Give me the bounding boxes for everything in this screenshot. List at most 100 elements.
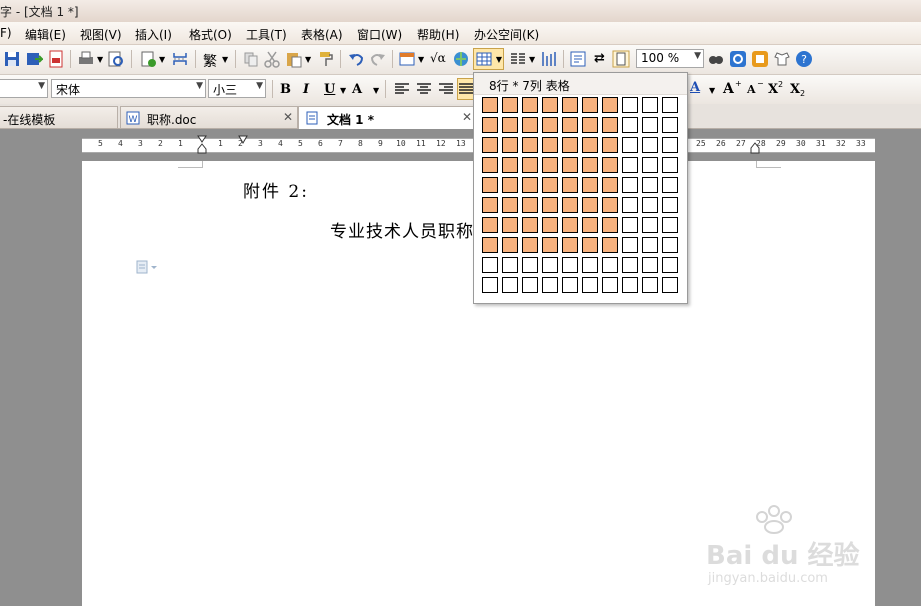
insert-table-button[interactable]: ▼ xyxy=(473,48,504,70)
table-size-cell[interactable] xyxy=(562,197,578,213)
table-size-cell[interactable] xyxy=(562,177,578,193)
character-shading-button[interactable]: A xyxy=(352,82,362,97)
table-size-cell[interactable] xyxy=(622,217,638,233)
format-painter-icon[interactable] xyxy=(317,50,335,68)
menu-table[interactable]: 表格(A) xyxy=(301,26,343,43)
subscript-button[interactable]: X xyxy=(790,82,800,97)
export-pdf-icon[interactable] xyxy=(47,50,65,68)
menu-format[interactable]: 格式(O) xyxy=(189,26,232,43)
save-as-icon[interactable] xyxy=(25,50,43,68)
table-size-cell[interactable] xyxy=(662,157,678,173)
align-center-icon[interactable] xyxy=(415,80,433,98)
grow-font-button[interactable]: A xyxy=(723,81,734,97)
chevron-down-icon[interactable]: ▼ xyxy=(159,55,165,64)
superscript-button[interactable]: X xyxy=(768,82,778,97)
table-size-cell[interactable] xyxy=(542,217,558,233)
table-size-cell[interactable] xyxy=(482,177,498,193)
table-size-cell[interactable] xyxy=(602,197,618,213)
table-size-cell[interactable] xyxy=(542,157,558,173)
table-size-cell[interactable] xyxy=(622,157,638,173)
table-size-cell[interactable] xyxy=(662,277,678,293)
print-preview-icon[interactable] xyxy=(107,50,125,68)
columns-icon[interactable] xyxy=(509,50,527,68)
bold-button[interactable]: B xyxy=(280,82,291,97)
table-size-cell[interactable] xyxy=(502,237,518,253)
tab-online-templates[interactable]: -在线模板 xyxy=(0,106,118,128)
table-size-cell[interactable] xyxy=(502,97,518,113)
new-document-icon[interactable] xyxy=(139,50,157,68)
zoom-select[interactable]: 100 % ▼ xyxy=(636,49,704,68)
indent-marker-icon[interactable] xyxy=(197,135,207,155)
show-hide-marks-icon[interactable]: ⇄ xyxy=(594,51,605,66)
table-size-cell[interactable] xyxy=(662,217,678,233)
tab-zhicheng-doc[interactable]: W 职称.doc ✕ xyxy=(120,106,298,128)
paste-icon[interactable] xyxy=(285,50,303,68)
chevron-down-icon[interactable]: ▼ xyxy=(709,86,715,95)
menu-edit[interactable]: 编辑(E) xyxy=(25,26,66,43)
table-size-cell[interactable] xyxy=(622,277,638,293)
help-icon[interactable]: ? xyxy=(795,50,813,68)
table-size-cell[interactable] xyxy=(502,277,518,293)
table-size-cell[interactable] xyxy=(502,257,518,273)
table-size-cell[interactable] xyxy=(582,237,598,253)
table-size-cell[interactable] xyxy=(522,97,538,113)
table-size-cell[interactable] xyxy=(502,217,518,233)
chevron-down-icon[interactable]: ▼ xyxy=(529,55,535,64)
table-size-cell[interactable] xyxy=(522,217,538,233)
table-size-cell[interactable] xyxy=(602,97,618,113)
table-size-cell[interactable] xyxy=(622,237,638,253)
table-size-cell[interactable] xyxy=(622,137,638,153)
table-size-cell[interactable] xyxy=(662,97,678,113)
table-size-cell[interactable] xyxy=(522,117,538,133)
templates-icon[interactable] xyxy=(751,50,769,68)
table-size-cell[interactable] xyxy=(642,277,658,293)
style-select[interactable]: ▼ xyxy=(0,79,48,98)
formula-icon[interactable]: √α xyxy=(430,51,446,65)
menu-office-space[interactable]: 办公空间(K) xyxy=(474,26,539,43)
table-size-cell[interactable] xyxy=(602,257,618,273)
table-size-cell[interactable] xyxy=(622,97,638,113)
table-size-cell[interactable] xyxy=(642,157,658,173)
table-size-cell[interactable] xyxy=(662,177,678,193)
chevron-down-icon[interactable]: ▼ xyxy=(340,86,346,95)
menu-view[interactable]: 视图(V) xyxy=(80,26,122,43)
menu-tools[interactable]: 工具(T) xyxy=(246,26,287,43)
table-size-cell[interactable] xyxy=(482,237,498,253)
underline-button[interactable]: U xyxy=(324,82,335,97)
table-size-cell[interactable] xyxy=(482,117,498,133)
table-size-cell[interactable] xyxy=(622,177,638,193)
menu-help[interactable]: 帮助(H) xyxy=(417,26,459,43)
table-size-cell[interactable] xyxy=(602,237,618,253)
table-size-cell[interactable] xyxy=(642,217,658,233)
table-size-cell[interactable] xyxy=(642,117,658,133)
justify-button[interactable] xyxy=(457,78,474,100)
table-size-cell[interactable] xyxy=(582,197,598,213)
table-size-cell[interactable] xyxy=(582,157,598,173)
table-size-cell[interactable] xyxy=(662,117,678,133)
table-size-cell[interactable] xyxy=(482,277,498,293)
text-box-icon[interactable] xyxy=(569,50,587,68)
traditional-chinese-icon[interactable]: 繁 xyxy=(203,51,217,71)
chevron-down-icon[interactable]: ▼ xyxy=(373,86,379,95)
table-size-cell[interactable] xyxy=(522,277,538,293)
table-size-cell[interactable] xyxy=(522,157,538,173)
table-size-cell[interactable] xyxy=(482,257,498,273)
table-size-cell[interactable] xyxy=(542,237,558,253)
table-size-cell[interactable] xyxy=(542,137,558,153)
table-size-cell[interactable] xyxy=(602,117,618,133)
table-size-cell[interactable] xyxy=(522,137,538,153)
table-size-cell[interactable] xyxy=(582,217,598,233)
table-size-cell[interactable] xyxy=(642,137,658,153)
table-size-cell[interactable] xyxy=(502,157,518,173)
table-size-cell[interactable] xyxy=(522,197,538,213)
chevron-down-icon[interactable]: ▼ xyxy=(418,55,424,64)
undo-icon[interactable] xyxy=(347,50,365,68)
menu-file[interactable]: F) xyxy=(0,26,12,40)
table-size-cell[interactable] xyxy=(622,257,638,273)
page-break-icon[interactable] xyxy=(171,50,189,68)
table-size-cell[interactable] xyxy=(522,237,538,253)
table-size-cell[interactable] xyxy=(522,257,538,273)
table-size-cell[interactable] xyxy=(582,97,598,113)
table-size-cell[interactable] xyxy=(642,237,658,253)
table-size-cell[interactable] xyxy=(562,157,578,173)
